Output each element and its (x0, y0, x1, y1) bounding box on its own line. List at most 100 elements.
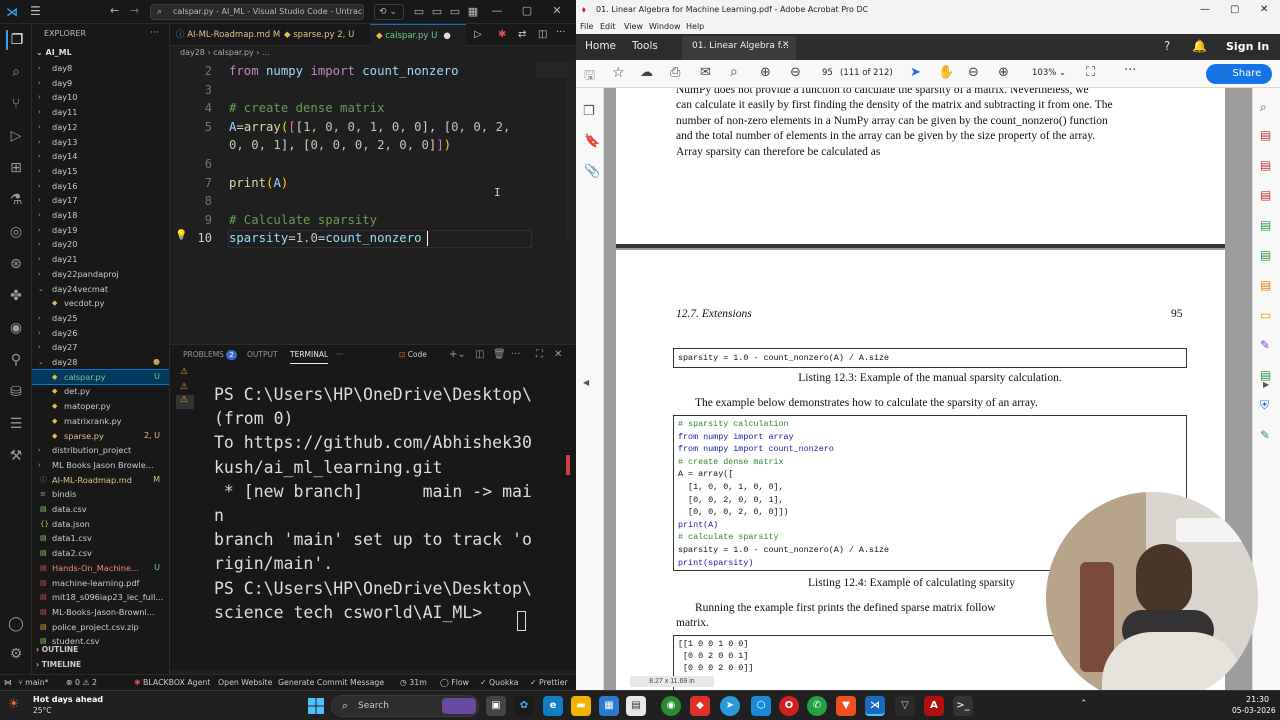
more-actions-icon[interactable]: ··· (150, 28, 159, 38)
tree-item[interactable]: › day16 (32, 179, 169, 194)
tree-item[interactable]: › day25 (32, 311, 169, 326)
split-terminal-icon[interactable]: ◫ (475, 345, 484, 365)
tree-item[interactable]: › day27 (32, 340, 169, 355)
tab-output[interactable]: OUTPUT (247, 345, 278, 365)
save-icon[interactable]: 🖫 (584, 66, 595, 88)
maximize-icon[interactable]: ▢ (1230, 0, 1239, 20)
maximize-panel-icon[interactable]: ⛶ (536, 345, 543, 365)
tree-item[interactable]: › day21 (32, 252, 169, 267)
tree-item[interactable]: › day9 (32, 76, 169, 91)
attachment-icon[interactable]: 📎 (584, 164, 600, 179)
brave-icon[interactable]: ▼ (836, 696, 856, 716)
editor-tab[interactable]: ◆ sparse.py 2, U (278, 24, 368, 46)
layout-panel-icon[interactable]: ▭ (430, 5, 444, 19)
app-icon-triangle[interactable]: ▽ (895, 696, 915, 716)
app-icon-blue[interactable]: ⬡ (751, 696, 771, 716)
kill-terminal-icon[interactable]: 🗑 (493, 345, 506, 365)
maximize-icon[interactable]: ▢ (520, 4, 534, 18)
tree-item[interactable]: › day13 (32, 135, 169, 150)
compare-icon[interactable]: ⇄ (518, 29, 526, 40)
menu-edit[interactable]: Edit (600, 20, 616, 34)
close-icon[interactable]: ✕ (550, 4, 564, 18)
warning-icon[interactable]: ⚠ (176, 395, 194, 409)
copilot-icon[interactable]: ◉ (6, 318, 26, 338)
tree-item[interactable]: › day10 (32, 90, 169, 105)
back-icon[interactable]: ← (110, 4, 119, 17)
layers-icon[interactable]: ☰ (6, 414, 26, 434)
comment-icon[interactable]: ▭ (1260, 308, 1271, 322)
branch-indicator[interactable]: ⑂ main* (18, 675, 49, 690)
tree-item[interactable]: ▤ data2.csv (32, 546, 169, 561)
split-editor-icon[interactable]: ◫ (538, 29, 547, 40)
tab-problems[interactable]: PROBLEMS 2 (183, 345, 237, 365)
settings-gear-icon[interactable]: ⚙ (6, 644, 26, 664)
open-website-button[interactable]: Open Website (218, 675, 272, 690)
search-icon[interactable]: ⌕ (6, 62, 26, 82)
collapse-right-pane-icon[interactable]: ▶ (1263, 380, 1269, 389)
tree-item[interactable]: › day22pandaproj (32, 267, 169, 282)
terminal-shell-selector[interactable]: ⊡ Code (399, 345, 427, 365)
root-folder[interactable]: ⌄ AI_ML (36, 48, 72, 57)
tree-item[interactable]: › distribution_project (32, 443, 169, 458)
acrobat-taskbar-icon[interactable]: A (924, 696, 944, 716)
testing-icon[interactable]: ⚗ (6, 190, 26, 210)
opera-icon[interactable]: O (779, 696, 799, 716)
blackbox-button[interactable]: ✱ BLACKBOX Agent (134, 675, 210, 690)
close-icon[interactable]: ✕ (1260, 0, 1268, 20)
weather-title[interactable]: Hot days ahead (33, 695, 103, 704)
forward-icon[interactable]: → (130, 4, 139, 17)
layout-secondary-icon[interactable]: ▭ (448, 5, 462, 19)
edge-icon[interactable]: e (543, 696, 563, 716)
protect-icon[interactable]: ⛨ (1260, 398, 1269, 413)
tree-item[interactable]: › day8 (32, 61, 169, 76)
close-tab-icon[interactable]: ✕ (782, 40, 790, 50)
tree-item[interactable]: › day17 (32, 193, 169, 208)
account-icon[interactable]: ◯ (6, 614, 26, 634)
tab-tools[interactable]: Tools (632, 40, 658, 52)
remote-indicator-icon[interactable]: ⋈ (4, 675, 12, 690)
quokka-button[interactable]: ✓ Quokka (480, 675, 519, 690)
clock-date[interactable]: 05-03-2026 (1232, 706, 1276, 715)
flow-button[interactable]: ◯ Flow (440, 675, 469, 690)
tree-item[interactable]: ⌄ day28 ● (32, 355, 169, 370)
notepad-icon[interactable]: ▤ (626, 696, 646, 716)
file-explorer-icon[interactable]: ▬ (571, 696, 591, 716)
tree-item[interactable]: ≡ bindis (32, 487, 169, 502)
lightbulb-icon[interactable]: 💡 (175, 230, 187, 241)
telegram-icon[interactable]: ➤ (720, 696, 740, 716)
tab-home[interactable]: Home (585, 40, 616, 52)
combine-files-icon[interactable]: ▤ (1260, 188, 1271, 202)
debug-icon[interactable]: ✱ (498, 29, 506, 40)
zoom-level[interactable]: 103% ⌄ (1032, 68, 1066, 78)
minimize-icon[interactable]: — (1200, 0, 1210, 20)
task-view-icon[interactable]: ▣ (486, 696, 506, 716)
tree-item[interactable]: ◆ matoper.py (32, 399, 169, 414)
export-icon[interactable]: ▤ (1260, 278, 1271, 292)
weather-icon[interactable]: ☀ (8, 697, 20, 712)
hand-tool-icon[interactable]: ✋ (938, 65, 954, 80)
chrome-icon[interactable]: ◉ (661, 696, 681, 716)
github-icon[interactable]: ⊛ (6, 254, 26, 274)
clock-time[interactable]: 21:30 (1246, 695, 1269, 704)
bell-icon[interactable]: 🔔 (1192, 39, 1207, 53)
editor-scrollbar[interactable] (566, 60, 576, 240)
editor-tab[interactable]: ⓘ AI-ML-Roadmap.md M (170, 24, 280, 46)
close-panel-icon[interactable]: ✕ (554, 345, 562, 365)
bookmark-icon[interactable]: 🔖 (584, 134, 600, 149)
tree-item[interactable]: ◆ calspar.py U (32, 368, 169, 386)
editor-tab[interactable]: ◆ calspar.py U ● (370, 24, 466, 46)
tree-item[interactable]: ▤ data1.csv (32, 531, 169, 546)
terminal-more-icon[interactable]: ··· (511, 345, 521, 365)
new-terminal-icon[interactable]: +⌄ (449, 345, 466, 365)
tree-item[interactable]: › day18 (32, 208, 169, 223)
organize-pages-icon[interactable]: ▤ (1260, 248, 1271, 262)
tree-item[interactable]: › day15 (32, 164, 169, 179)
paw-icon[interactable]: ✤ (6, 286, 26, 306)
tree-item[interactable]: › day26 (32, 326, 169, 341)
breadcrumb[interactable]: day28 › calspar.py › ... (170, 46, 576, 60)
tree-item[interactable]: › ML Books Jason Browle... (32, 458, 169, 473)
outline-section[interactable]: › OUTLINE (36, 645, 78, 654)
export-pdf-icon[interactable]: ▤ (1260, 128, 1271, 142)
minimize-icon[interactable]: — (490, 4, 504, 18)
more-tools-right-icon[interactable]: ✎ (1260, 428, 1270, 442)
